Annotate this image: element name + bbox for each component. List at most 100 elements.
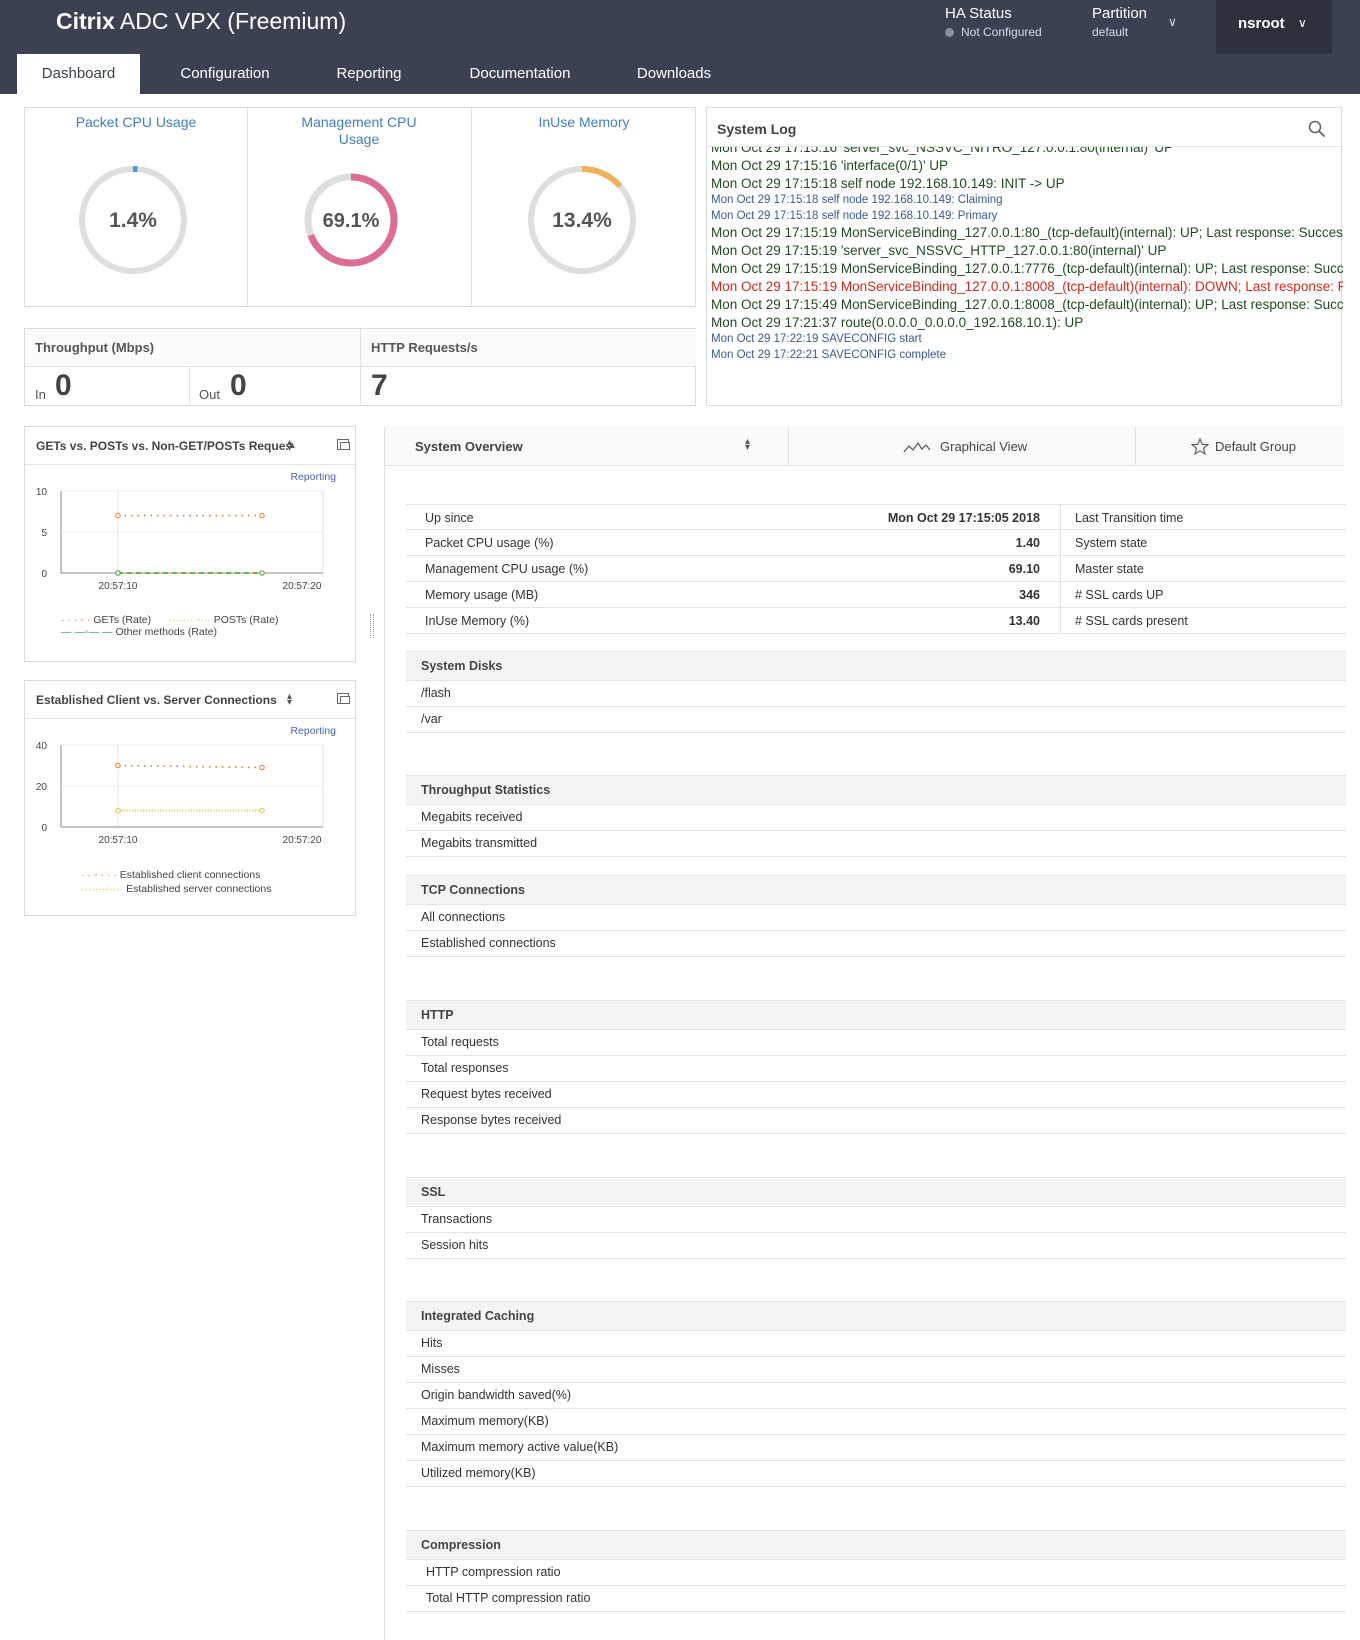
http-requests-value: 7 — [371, 369, 388, 402]
stat-label: Master state — [1075, 562, 1144, 576]
chart-title[interactable]: GETs vs. POSTs vs. Non-GET/POSTs Request… — [36, 439, 288, 453]
default-group-button[interactable]: Default Group — [1215, 439, 1296, 454]
tab-dashboard[interactable]: Dashboard — [17, 54, 140, 94]
x-tick-label: 20:57:10 — [99, 835, 138, 846]
chart-legend: · · · ◦ · GETs (Rate) ········◦··· POSTs… — [61, 614, 278, 638]
gauge-title[interactable]: Packet CPU Usage — [25, 114, 247, 131]
throughput-title: Throughput (Mbps) — [25, 329, 360, 367]
management-cpu-gauge: Management CPU Usage 69.1% — [248, 108, 470, 306]
stat-row: Memory usage (MB) 346 # SSL cards UP — [406, 582, 1346, 608]
log-entry: Mon Oct 29 17:15:16 'server_svc_NSSVC_NI… — [711, 146, 1174, 155]
legend-item[interactable]: POSTs (Rate) — [214, 614, 279, 626]
legend-marker-icon: ·······◦···· — [81, 883, 124, 895]
popout-window-icon[interactable] — [337, 439, 350, 450]
chevron-down-icon: ∨ — [1298, 16, 1307, 30]
y-tick-label: 10 — [36, 487, 48, 498]
stat-row: InUse Memory (%) 13.40 # SSL cards present — [406, 608, 1346, 634]
legend-marker-icon: — —◦— — — [61, 626, 113, 638]
stat-value: 13.40 — [1008, 614, 1040, 628]
section-row: /var — [406, 707, 1346, 733]
section-header: HTTP — [406, 1000, 1346, 1030]
gauge-title[interactable]: Management CPU Usage — [248, 114, 470, 148]
section-row: Total HTTP compression ratio — [406, 1586, 1346, 1612]
throughput-out-label: Out — [199, 387, 220, 402]
ha-status-label: HA Status — [945, 5, 1012, 22]
section-row: Transactions — [406, 1207, 1346, 1233]
star-group-icon — [1191, 438, 1209, 455]
throughput-panel: Throughput (Mbps) HTTP Requests/s In 0 O… — [24, 328, 696, 406]
resize-handle[interactable] — [370, 614, 374, 638]
stat-label: Last Transition time — [1075, 511, 1184, 525]
legend-item[interactable]: Established server connections — [126, 883, 271, 895]
connections-chart-panel: Established Client vs. Server Connection… — [24, 680, 356, 916]
x-tick-label: 20:57:20 — [283, 835, 322, 846]
chart-header: GETs vs. POSTs vs. Non-GET/POSTs Request… — [25, 427, 355, 465]
log-entry: Mon Oct 29 17:15:18 self node 192.168.10… — [711, 194, 1003, 206]
section-row: Total responses — [406, 1056, 1346, 1082]
section-header: Integrated Caching — [406, 1301, 1346, 1331]
donut-chart: 13.4% — [528, 166, 636, 274]
gauge-title[interactable]: InUse Memory — [472, 114, 696, 131]
section-row: Misses — [406, 1357, 1346, 1383]
search-icon[interactable] — [1308, 120, 1326, 138]
tab-configuration[interactable]: Configuration — [160, 54, 290, 94]
gauge-value: 13.4% — [552, 209, 612, 232]
system-log-list[interactable]: Mon Oct 29 17:15:16 'server_svc_NSSVC_NI… — [707, 146, 1343, 386]
section-row: Utilized memory(KB) — [406, 1461, 1346, 1487]
graphical-view-button[interactable]: Graphical View — [940, 439, 1027, 454]
section-row: HTTP compression ratio — [406, 1560, 1346, 1586]
section-row: Established connections — [406, 931, 1346, 957]
overview-header: System Overview ▴ ▾ Graphical View Defaul… — [385, 426, 1344, 466]
section-header: SSL — [406, 1177, 1346, 1207]
sort-arrows-icon[interactable]: ▴ ▾ — [287, 692, 292, 708]
connections-line-chart: 0 20 40 20:57:10 20:57:20 — [36, 741, 324, 846]
legend-item[interactable]: Established client connections — [120, 869, 261, 881]
tab-documentation[interactable]: Documentation — [450, 54, 590, 94]
tab-downloads[interactable]: Downloads — [618, 54, 730, 94]
log-entry: Mon Oct 29 17:15:19 MonServiceBinding_12… — [711, 225, 1343, 240]
data-point — [259, 807, 265, 814]
section-row: Response bytes received — [406, 1108, 1346, 1134]
system-log-title: System Log — [717, 121, 797, 137]
section-row: Session hits — [406, 1233, 1346, 1259]
section-row: Total requests — [406, 1030, 1346, 1056]
throughput-in-label: In — [35, 387, 46, 402]
x-tick-label: 20:57:10 — [99, 581, 138, 592]
requests-chart-panel: GETs vs. POSTs vs. Non-GET/POSTs Request… — [24, 426, 356, 662]
section-row: Megabits received — [406, 805, 1346, 831]
section-row: Hits — [406, 1331, 1346, 1357]
gauge-value: 1.4% — [109, 209, 157, 232]
overview-selector[interactable]: System Overview — [415, 439, 523, 454]
partition-label: Partition — [1092, 5, 1148, 22]
stat-label: # SSL cards present — [1075, 614, 1188, 628]
section-header: System Disks — [406, 651, 1346, 681]
partition-value: default — [1092, 25, 1129, 39]
stat-label: InUse Memory (%) — [425, 614, 530, 628]
log-entry: Mon Oct 29 17:15:16 'interface(0/1)' UP — [711, 158, 949, 173]
popout-window-icon[interactable] — [337, 693, 350, 704]
stat-label: System state — [1075, 536, 1148, 550]
stat-label: Management CPU usage (%) — [425, 562, 589, 576]
legend-marker-icon: · · · ◦ · — [61, 614, 91, 626]
log-entry: Mon Oct 29 17:15:19 MonServiceBinding_12… — [711, 279, 1343, 294]
legend-item[interactable]: Other methods (Rate) — [115, 626, 217, 638]
partition-selector[interactable]: Partition default ∨ — [1092, 5, 1177, 39]
product-name: ADC VPX (Freemium) — [114, 8, 347, 34]
tab-reporting[interactable]: Reporting — [316, 54, 422, 94]
section-header: Compression — [406, 1530, 1346, 1560]
data-point — [115, 570, 121, 576]
x-tick-label: 20:57:20 — [283, 581, 322, 592]
inuse-memory-gauge: InUse Memory 13.4% — [472, 108, 696, 306]
ha-status: HA Status Not Configured — [945, 5, 1042, 39]
legend-item[interactable]: GETs (Rate) — [93, 614, 151, 626]
chart-title[interactable]: Established Client vs. Server Connection… — [36, 693, 277, 707]
y-tick-label: 40 — [36, 741, 48, 752]
data-point — [115, 762, 121, 769]
y-tick-label: 20 — [36, 782, 48, 793]
stat-value: Mon Oct 29 17:15:05 2018 — [887, 511, 1040, 525]
product-title: Citrix ADC VPX (Freemium) — [56, 8, 346, 35]
throughput-out-value: 0 — [230, 369, 247, 402]
stat-value: 346 — [1019, 588, 1040, 602]
user-menu[interactable]: nsroot ∨ — [1216, 0, 1332, 54]
log-entry: Mon Oct 29 17:15:19 MonServiceBinding_12… — [711, 261, 1343, 276]
